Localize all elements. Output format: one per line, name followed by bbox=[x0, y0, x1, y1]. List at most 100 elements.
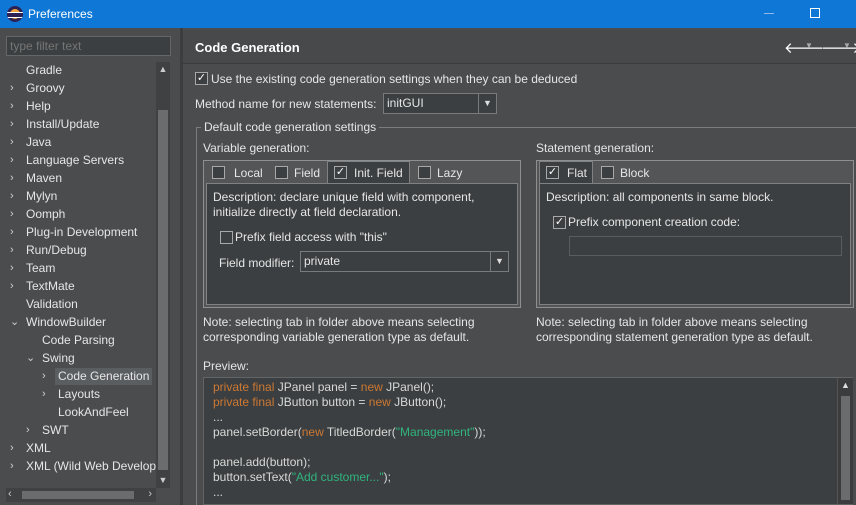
minimize-button[interactable] bbox=[764, 13, 774, 14]
tab-field[interactable]: Field bbox=[269, 163, 325, 183]
preview-code-area[interactable]: ▲ private final JPanel panel = new JPane… bbox=[203, 377, 853, 505]
tree-horizontal-scrollbar[interactable]: ‹ › bbox=[6, 488, 156, 502]
chevron-right-icon[interactable]: › bbox=[10, 116, 22, 133]
prefix-component-input[interactable] bbox=[569, 236, 842, 256]
tab-init-field-checkbox[interactable]: ✓ bbox=[334, 166, 347, 179]
tab-block[interactable]: Block bbox=[595, 163, 655, 183]
tab-flat-label: Flat bbox=[567, 166, 588, 180]
scroll-thumb-horizontal[interactable] bbox=[22, 491, 134, 499]
chevron-right-icon[interactable]: › bbox=[10, 98, 22, 115]
splitter[interactable] bbox=[180, 28, 183, 505]
chevron-right-icon[interactable]: › bbox=[26, 422, 38, 439]
code-token: private final bbox=[213, 395, 278, 409]
tab-init-field[interactable]: ✓ Init. Field bbox=[327, 161, 410, 183]
chevron-right-icon[interactable]: › bbox=[10, 206, 22, 223]
variable-tab-folder: Local Field ✓ Init. Field Lazy Descripti… bbox=[203, 160, 521, 308]
variable-description-line-2: initialize directly at field declaration… bbox=[213, 205, 402, 219]
scroll-down-icon[interactable]: ▼ bbox=[156, 473, 170, 488]
tab-lazy-checkbox[interactable] bbox=[418, 166, 431, 179]
scroll-up-icon[interactable]: ▲ bbox=[838, 380, 853, 390]
tree-item-label: Code Parsing bbox=[42, 333, 115, 347]
tree-item-label: Gradle bbox=[26, 63, 63, 77]
filter-input[interactable] bbox=[6, 36, 171, 56]
statement-description: Description: all components in same bloc… bbox=[546, 190, 774, 204]
field-modifier-value: private bbox=[304, 254, 341, 268]
chevron-right-icon[interactable]: › bbox=[10, 188, 22, 205]
method-name-value: initGUI bbox=[387, 96, 424, 110]
eclipse-app-icon bbox=[7, 6, 23, 22]
chevron-right-icon[interactable]: › bbox=[10, 458, 22, 475]
variable-note-line-1: Note: selecting tab in folder above mean… bbox=[203, 315, 475, 329]
use-existing-checkbox[interactable]: ✓ bbox=[195, 72, 208, 85]
tab-block-checkbox[interactable] bbox=[601, 166, 614, 179]
chevron-right-icon[interactable]: › bbox=[10, 224, 22, 241]
tree-item-label: Code Generation bbox=[55, 368, 153, 385]
tab-flat[interactable]: ✓ Flat bbox=[539, 161, 593, 183]
prefix-component-checkbox[interactable]: ✓ bbox=[553, 216, 566, 229]
window-title: Preferences bbox=[28, 7, 93, 21]
tab-flat-checkbox[interactable]: ✓ bbox=[546, 166, 559, 179]
method-name-label: Method name for new statements: bbox=[195, 97, 377, 111]
tab-lazy[interactable]: Lazy bbox=[412, 163, 468, 183]
scroll-up-icon[interactable]: ▲ bbox=[156, 62, 170, 77]
chevron-down-icon[interactable]: ▼ bbox=[490, 252, 508, 271]
forward-menu-icon[interactable]: ▼ bbox=[843, 41, 851, 50]
code-token: JPanel(); bbox=[386, 380, 435, 394]
tree-item-label: Language Servers bbox=[26, 153, 125, 167]
tree-item-label: Maven bbox=[26, 171, 63, 185]
code-line: ... bbox=[213, 485, 223, 499]
tab-lazy-label: Lazy bbox=[437, 166, 463, 180]
maximize-button[interactable] bbox=[810, 8, 820, 18]
code-token: "Add customer..." bbox=[291, 470, 384, 484]
chevron-down-icon[interactable]: ▼ bbox=[478, 94, 496, 113]
tree-vertical-scrollbar[interactable]: ▲ ▼ bbox=[156, 62, 170, 488]
chevron-right-icon[interactable]: › bbox=[10, 260, 22, 277]
scroll-thumb[interactable] bbox=[158, 110, 168, 470]
tree-item-label: XML bbox=[26, 441, 51, 455]
prefix-this-checkbox[interactable] bbox=[220, 231, 233, 244]
chevron-right-icon[interactable]: › bbox=[42, 386, 54, 403]
chevron-right-icon[interactable]: › bbox=[10, 152, 22, 169]
method-name-combo[interactable]: initGUI ▼ bbox=[383, 93, 497, 114]
chevron-down-icon[interactable]: ⌄ bbox=[10, 314, 22, 331]
field-modifier-combo[interactable]: private ▼ bbox=[300, 251, 509, 272]
tab-local[interactable]: Local bbox=[206, 163, 267, 183]
chevron-right-icon[interactable]: › bbox=[42, 368, 54, 385]
page-title: Code Generation bbox=[195, 40, 300, 55]
code-token: button.setText( bbox=[213, 470, 292, 484]
code-token: "Management" bbox=[395, 425, 475, 439]
scroll-left-icon[interactable]: ‹ bbox=[8, 488, 12, 500]
scroll-thumb[interactable] bbox=[841, 396, 850, 500]
tab-local-checkbox[interactable] bbox=[212, 166, 225, 179]
back-menu-icon[interactable]: ▼ bbox=[805, 41, 813, 50]
scroll-right-icon[interactable]: › bbox=[148, 488, 152, 500]
tab-local-label: Local bbox=[234, 166, 263, 180]
statement-note-line-1: Note: selecting tab in folder above mean… bbox=[536, 315, 808, 329]
code-line: private final JPanel panel = new JPanel(… bbox=[213, 380, 434, 394]
chevron-right-icon[interactable]: › bbox=[10, 80, 22, 97]
chevron-right-icon[interactable]: › bbox=[10, 242, 22, 259]
code-line: button.setText("Add customer..."); bbox=[213, 470, 391, 484]
chevron-right-icon[interactable]: › bbox=[10, 440, 22, 457]
tree-item-label: Swing bbox=[42, 351, 75, 365]
chevron-right-icon[interactable]: › bbox=[10, 170, 22, 187]
preview-scrollbar[interactable]: ▲ bbox=[837, 378, 853, 504]
chevron-right-icon[interactable]: › bbox=[10, 278, 22, 295]
field-modifier-label: Field modifier: bbox=[219, 256, 295, 270]
variable-tab-content: Description: declare unique field with c… bbox=[206, 183, 518, 305]
code-line: panel.add(button); bbox=[213, 455, 310, 469]
tab-field-label: Field bbox=[294, 166, 321, 180]
tree-item-label: Install/Update bbox=[26, 117, 100, 131]
tree-item-label: XML (Wild Web Develop bbox=[26, 459, 156, 473]
group-label: Default code generation settings bbox=[201, 120, 380, 134]
chevron-right-icon[interactable]: › bbox=[10, 134, 22, 151]
code-line: panel.setBorder(new TitledBorder("Manage… bbox=[213, 425, 486, 439]
chevron-down-icon[interactable]: ⌄ bbox=[26, 350, 38, 367]
prefix-this-label: Prefix field access with "this" bbox=[235, 230, 387, 244]
code-token: new bbox=[368, 395, 395, 409]
page-header: Code Generation 🡐 ▼ 🡒 ▼ bbox=[183, 30, 856, 64]
code-token: panel.add(button); bbox=[213, 455, 311, 469]
tree-item-label: Team bbox=[26, 261, 56, 275]
tree-item-label: Groovy bbox=[26, 81, 65, 95]
tab-field-checkbox[interactable] bbox=[275, 166, 288, 179]
